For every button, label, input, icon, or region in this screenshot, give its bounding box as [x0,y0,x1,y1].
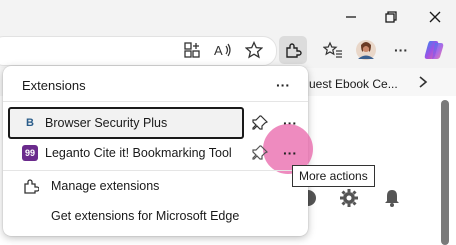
browser-security-plus-icon: B [26,117,34,129]
favorite-star-icon [245,41,263,59]
manage-extensions-icon-wrap [23,178,39,194]
page-notifications-button[interactable] [382,188,402,208]
restore-icon [385,11,397,23]
extensions-icon [284,41,302,59]
profile-button[interactable] [354,38,378,62]
page-settings-button[interactable] [339,188,359,208]
bell-icon [382,188,402,208]
get-extensions-item[interactable]: Get extensions for Microsoft Edge [51,209,239,223]
favorites-overflow-button[interactable] [416,74,430,90]
restore-button[interactable] [372,0,410,34]
more-icon: ··· [394,42,408,58]
read-aloud-button[interactable]: A [211,38,235,62]
panel-title: Extensions [22,78,86,93]
panel-more-button[interactable]: ··· [272,76,294,94]
extension-name: Browser Security Plus [45,116,168,130]
puzzle-icon [23,178,39,194]
pin-icon [252,145,268,161]
chevron-right-icon [416,74,430,90]
copilot-button[interactable] [422,38,446,62]
more-icon: ··· [276,77,290,93]
browser-more-button[interactable]: ··· [389,38,413,62]
gear-icon [339,188,359,208]
app-grid-button[interactable] [180,38,204,62]
tooltip: More actions [292,165,375,187]
app-grid-icon [183,41,201,59]
extension-name: Leganto Cite it! Bookmarking Tool [45,146,232,160]
divider [3,170,308,171]
favorites-button[interactable] [321,38,345,62]
close-icon [429,11,441,23]
more-icon: ··· [283,145,297,161]
favorites-bar-item[interactable]: uest Ebook Ce... [309,77,398,91]
pin-button[interactable] [252,115,268,131]
address-bar[interactable] [0,36,277,66]
scrollbar[interactable] [441,100,449,245]
divider [3,101,308,102]
pin-button[interactable] [252,145,268,161]
extensions-icon-wrap [281,38,305,62]
more-actions-button[interactable]: ··· [279,145,301,161]
close-button[interactable] [416,0,454,34]
manage-extensions-item[interactable]: Manage extensions [51,179,159,193]
svg-text:A: A [214,43,223,58]
profile-avatar [355,39,377,61]
leganto-icon: 99 [22,145,38,161]
read-aloud-icon: A [213,41,233,59]
minimize-button[interactable] [332,0,370,34]
pin-icon [252,115,268,131]
copilot-icon [423,39,445,61]
minimize-icon [345,11,357,23]
favorites-icon [323,41,343,59]
favorite-star-button[interactable] [242,38,266,62]
